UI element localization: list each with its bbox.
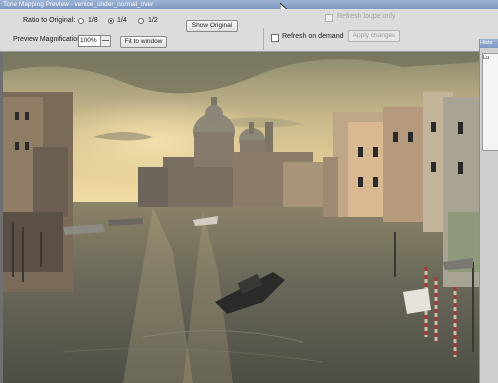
- ratio-option-label: 1/8: [88, 17, 98, 24]
- refresh-loupe-checkbox[interactable]: [325, 14, 333, 22]
- ratio-radio-1-4[interactable]: [108, 18, 114, 24]
- magnification-input[interactable]: 100%: [78, 35, 101, 47]
- fit-to-window-button[interactable]: Fit to window: [120, 36, 167, 48]
- magnification-label: Preview Magnification:: [13, 36, 84, 43]
- preview-toolbar: Ratio to Original: 1/8 1/4 1/2 Show Orig…: [0, 9, 498, 52]
- ratio-label: Ratio to Original:: [23, 17, 76, 24]
- window-titlebar: Tone Mapping Preview - venice_under_norm…: [0, 0, 498, 9]
- refresh-loupe-label: Refresh loupe only: [337, 13, 396, 20]
- window-title: Tone Mapping Preview - venice_under_norm…: [3, 1, 154, 8]
- histogram-panel: Histo Lu: [479, 39, 498, 383]
- refresh-on-demand-label: Refresh on demand: [282, 33, 344, 40]
- tone-mapped-preview-image[interactable]: [3, 52, 479, 383]
- toolbar-divider: [263, 28, 264, 50]
- refresh-on-demand-checkbox[interactable]: [271, 34, 279, 42]
- show-original-button[interactable]: Show Original: [186, 20, 238, 32]
- ratio-radio-1-8[interactable]: [78, 18, 84, 24]
- magnification-spinner[interactable]: [100, 35, 111, 47]
- luminosity-label: Lu: [483, 55, 490, 61]
- ratio-option-label: 1/2: [148, 17, 158, 24]
- venice-canal-photo-icon: [3, 52, 479, 383]
- ratio-radio-1-2[interactable]: [138, 18, 144, 24]
- histogram-panel-content: Lu: [482, 53, 498, 151]
- apply-changes-button[interactable]: Apply changes: [348, 30, 400, 42]
- histogram-panel-title: Histo: [480, 39, 498, 48]
- ratio-option-label: 1/4: [117, 17, 127, 24]
